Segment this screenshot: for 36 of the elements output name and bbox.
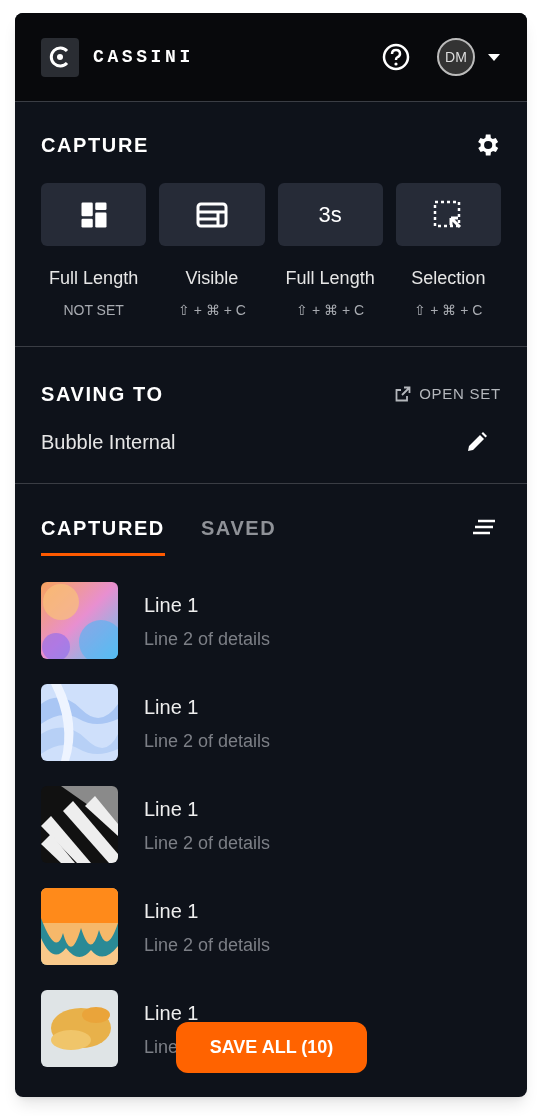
shortcut-label: ⇧ + ⌘ + C <box>177 301 246 320</box>
item-details: Line 2 of details <box>144 934 271 957</box>
list-tab[interactable]: CAPTURED <box>41 513 165 556</box>
section-title: SAVING TO <box>41 382 164 407</box>
capture-mode-button[interactable] <box>159 183 265 246</box>
brand-name: CASSINI <box>93 45 194 69</box>
item-details: Line 2 of details <box>144 730 271 753</box>
logo-icon <box>41 37 79 77</box>
item-title: Line 1 <box>144 899 200 924</box>
selection-icon <box>433 199 464 230</box>
mode-label: Full Length <box>49 267 139 290</box>
external-link-icon <box>395 386 412 402</box>
pencil-icon[interactable] <box>467 432 487 452</box>
mode-label: Visible <box>185 267 239 290</box>
user-avatar[interactable]: DM <box>437 38 475 76</box>
mode-label: Selection <box>411 267 486 290</box>
mode-label: Full Length <box>285 267 375 290</box>
capture-mode-button[interactable]: 3s <box>277 183 383 246</box>
window-icon <box>195 201 228 228</box>
item-details: Line 2 of details <box>144 832 271 855</box>
list-tab[interactable]: SAVED <box>200 513 277 556</box>
shortcut-label: NOT SET <box>63 301 124 320</box>
capture-mode-button[interactable] <box>41 183 147 246</box>
set-name: Bubble Internal <box>41 430 176 455</box>
open-set-link[interactable]: OPEN SET <box>395 382 501 406</box>
shortcut-label: ⇧ + ⌘ + C <box>296 301 365 320</box>
help-icon[interactable] <box>382 43 410 71</box>
item-title: Line 1 <box>144 695 200 720</box>
sort-icon[interactable] <box>472 519 496 535</box>
capture-mode-button[interactable] <box>395 183 501 246</box>
caret-icon[interactable] <box>487 52 501 62</box>
item-details: Line 2 of details <box>144 628 271 651</box>
section-title: CAPTURE <box>41 133 149 158</box>
item-title: Line 1 <box>144 593 200 618</box>
shortcut-label: ⇧ + ⌘ + C <box>414 301 483 320</box>
item-title: Line 1 <box>144 797 200 822</box>
